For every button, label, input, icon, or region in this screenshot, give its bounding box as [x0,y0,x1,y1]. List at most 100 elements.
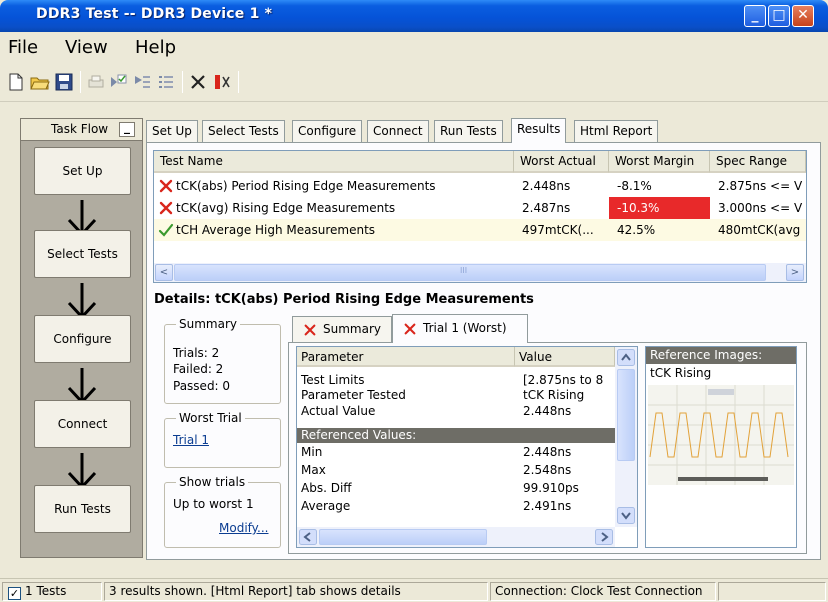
tab-connect[interactable]: Connect [367,120,429,142]
tests-checkbox[interactable]: ✓ [8,587,21,600]
param-value: 2.548ns [523,463,572,477]
tab-run-tests[interactable]: Run Tests [434,120,503,142]
task-flow-panel: Task Flow _ Set Up Select Tests Configur… [20,118,143,558]
param-value: 2.448ns [523,404,572,418]
show-trials-group [164,482,281,548]
status-empty-pane [718,582,826,601]
flow-step-configure[interactable]: Configure [34,315,131,363]
task-flow-minimize-button[interactable]: _ [119,121,135,137]
reference-waveform-thumbnail[interactable] [648,385,794,485]
param-section-header: Referenced Values: [297,428,615,443]
toolbar-separator [182,71,183,93]
menu-help[interactable]: Help [135,37,176,58]
status-tests-pane: ✓ 1 Tests [2,582,102,601]
toolbar [0,62,828,102]
minimize-button[interactable]: _ [744,5,766,27]
worst-margin-cell: 42.5% [617,223,656,237]
menu-view[interactable]: View [65,37,108,58]
run-icon[interactable] [132,72,152,92]
worst-margin-cell-highlighted: -10.3% [609,197,710,219]
menu-bar: File View Help [0,32,828,62]
column-header-worst-margin[interactable]: Worst Margin [609,151,710,173]
title-bar[interactable]: DDR3 Test -- DDR3 Device 1 * _ □ ✕ [0,0,828,32]
print-icon[interactable] [86,72,106,92]
param-row[interactable]: Actual Value 2.448ns [297,404,615,419]
details-title: Details: tCK(abs) Period Rising Edge Mea… [154,292,534,307]
column-header-value[interactable]: Value [515,347,615,367]
column-header-test-name[interactable]: Test Name [154,151,514,173]
param-name: Max [301,463,326,477]
list-icon[interactable] [156,72,176,92]
table-row[interactable]: tCK(avg) Rising Edge Measurements 2.487n… [154,197,806,219]
show-trials-group-title: Show trials [176,475,249,489]
summary-trials: Trials: 2 [173,346,220,360]
tab-select-tests[interactable]: Select Tests [202,120,285,142]
scroll-right-button[interactable] [595,529,613,545]
worst-trial-group-title: Worst Trial [176,411,245,425]
task-flow-header: Task Flow _ [21,119,142,141]
status-tests-count: 1 Tests [25,584,67,598]
scroll-grip: III [460,266,468,275]
scroll-thumb[interactable] [617,369,635,461]
new-icon[interactable] [6,72,26,92]
param-row[interactable]: Parameter Tested tCK Rising [297,388,615,403]
param-row[interactable]: Test Limits [2.875ns to 8 [297,373,615,388]
results-table: Test Name Worst Actual Worst Margin Spec… [153,150,807,283]
tab-html-report[interactable]: Html Report [574,120,659,142]
param-name: Min [301,445,323,459]
toolbar-separator [80,71,81,93]
stop-icon[interactable] [212,72,232,92]
restore-button[interactable]: □ [768,5,790,27]
param-value: 2.491ns [523,499,572,513]
flow-step-run-tests[interactable]: Run Tests [34,485,131,533]
column-header-worst-actual[interactable]: Worst Actual [514,151,609,173]
run-selected-icon[interactable] [108,72,128,92]
param-name: Test Limits [301,373,365,387]
flow-step-set-up[interactable]: Set Up [34,147,131,195]
scroll-right-button[interactable]: > [786,264,804,281]
scroll-up-button[interactable] [617,349,635,366]
save-icon[interactable] [54,72,74,92]
scroll-left-button[interactable]: < [155,264,173,281]
tab-trial-1-worst[interactable]: Trial 1 (Worst) [392,314,528,343]
tab-configure[interactable]: Configure [292,120,363,142]
tab-set-up[interactable]: Set Up [146,120,198,142]
main-tab-strip: Set Up Select Tests Configure Connect Ru… [146,118,826,143]
worst-actual-cell: 497mtCK(... [522,223,594,237]
flow-step-connect[interactable]: Connect [34,400,131,448]
open-icon[interactable] [30,72,50,92]
param-row[interactable]: Min 2.448ns [297,445,615,460]
param-row[interactable]: Average 2.491ns [297,499,615,514]
param-name: Average [301,499,351,513]
tab-results[interactable]: Results [511,118,567,143]
flow-step-select-tests[interactable]: Select Tests [34,230,131,278]
scroll-thumb[interactable] [319,529,487,545]
reference-images-panel: Reference Images: tCK Rising [645,346,797,548]
table-row-selected[interactable]: tCH Average High Measurements 497mtCK(..… [154,219,806,241]
spec-range-cell: 2.875ns <= V [718,179,803,193]
param-value: [2.875ns to 8 [523,373,604,387]
scroll-thumb[interactable]: III [174,264,766,281]
worst-trial-link[interactable]: Trial 1 [173,433,209,448]
table-row[interactable]: tCK(abs) Period Rising Edge Measurements… [154,175,806,197]
fail-icon [304,324,316,336]
column-header-spec-range[interactable]: Spec Range [710,151,806,173]
close-button[interactable]: ✕ [792,5,814,27]
param-name: Parameter Tested [301,388,406,402]
parameter-vertical-scrollbar[interactable] [615,347,637,527]
modify-link[interactable]: Modify... [219,521,269,536]
tab-summary-label: Summary [323,322,381,336]
scroll-left-button[interactable] [299,529,317,545]
close-icon[interactable] [188,72,208,92]
toolbar-separator [238,71,239,93]
results-horizontal-scrollbar[interactable]: < III > [154,263,806,282]
param-row[interactable]: Abs. Diff 99.910ps [297,481,615,496]
parameter-horizontal-scrollbar[interactable] [297,527,615,547]
column-header-parameter[interactable]: Parameter [297,347,515,367]
param-row[interactable]: Max 2.548ns [297,463,615,478]
spec-range-cell: 480mtCK(avg [718,223,801,237]
scroll-down-button[interactable] [617,507,635,524]
status-message: 3 results shown. [Html Report] tab shows… [104,582,488,601]
menu-file[interactable]: File [8,37,38,58]
tab-summary[interactable]: Summary [292,316,392,342]
